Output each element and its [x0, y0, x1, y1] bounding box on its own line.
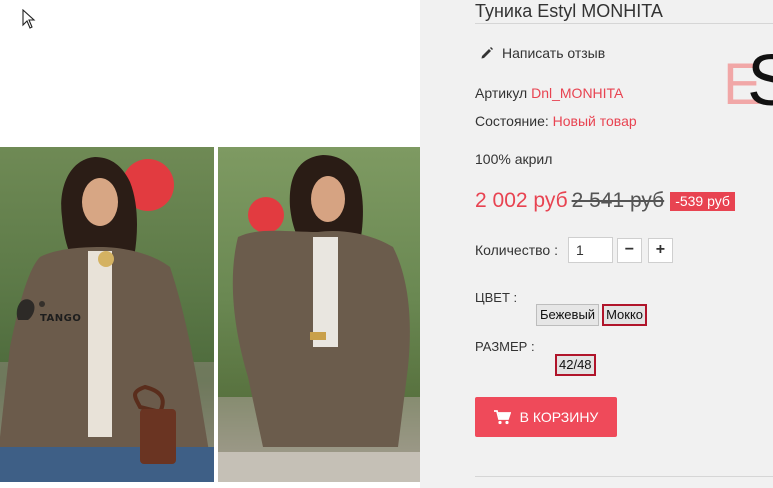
article-value: Dnl_MONHITA	[531, 85, 624, 101]
watermark-logo	[16, 299, 45, 320]
product-gallery: TANGO	[0, 0, 420, 488]
color-label: ЦВЕТ :	[475, 290, 518, 305]
article-label: Артикул	[475, 85, 528, 101]
write-review-label[interactable]: Написать отзыв	[502, 45, 605, 61]
color-options: Бежевый Мокко	[536, 304, 648, 326]
condition-label: Состояние:	[475, 113, 549, 129]
quantity-input[interactable]	[567, 237, 613, 263]
color-option-beige[interactable]: Бежевый	[536, 304, 600, 326]
price-block: 2 002 руб 2 541 руб -539 руб	[475, 189, 735, 213]
size-options: 42/48	[555, 354, 596, 376]
discount-badge: -539 руб	[670, 191, 735, 211]
condition-row: Состояние: Новый товар	[475, 113, 637, 129]
price-current: 2 002 руб	[475, 189, 568, 212]
brand-logo-letter-s: S	[747, 48, 773, 120]
quantity-stepper: Количество : − +	[475, 237, 673, 263]
condition-value: Новый товар	[552, 113, 637, 129]
product-title: Туника Estyl MONHITA	[475, 1, 663, 21]
pencil-icon	[481, 47, 493, 59]
product-photo-side[interactable]	[218, 147, 420, 482]
product-info-panel: Туника Estyl MONHITA Написать отзыв E S …	[420, 0, 773, 488]
article-row: Артикул Dnl_MONHITA	[475, 85, 623, 101]
brand-logo[interactable]: E S	[723, 48, 773, 120]
price-old: 2 541 руб	[571, 189, 665, 212]
color-option-mocha[interactable]: Мокко	[602, 304, 648, 326]
bottom-divider	[475, 476, 773, 477]
add-to-cart-label[interactable]: В КОРЗИНУ	[520, 409, 599, 425]
size-label: РАЗМЕР :	[475, 339, 535, 354]
photo-side-illustration	[218, 155, 420, 482]
quantity-label: Количество :	[475, 242, 558, 258]
write-review-link[interactable]: Написать отзыв	[480, 45, 605, 61]
size-option-42-48[interactable]: 42/48	[555, 354, 596, 376]
watermark-text: TANGO	[40, 313, 82, 324]
material-description: 100% акрил	[475, 151, 553, 167]
quantity-decrease-button[interactable]: −	[616, 237, 642, 263]
mouse-cursor-icon	[22, 9, 36, 29]
quantity-increase-button[interactable]: +	[647, 237, 673, 263]
add-to-cart-button[interactable]: В КОРЗИНУ	[475, 397, 617, 437]
title-divider	[475, 23, 773, 24]
shopping-cart-icon	[493, 409, 511, 424]
